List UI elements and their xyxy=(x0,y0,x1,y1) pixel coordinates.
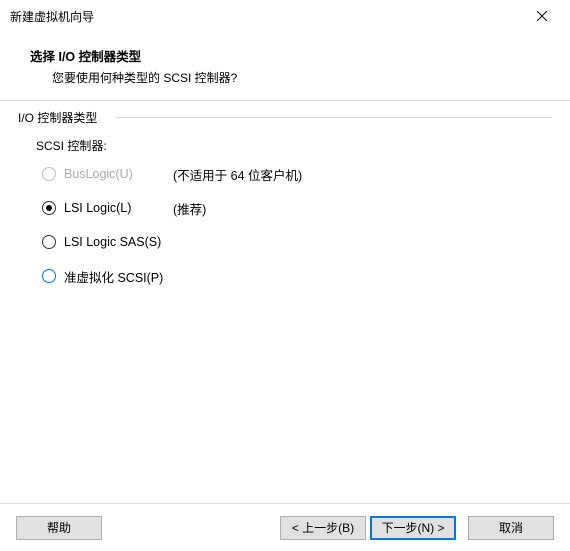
radio-icon xyxy=(42,235,56,249)
radio-pvscsi[interactable]: 准虚拟化 SCSI(P) xyxy=(42,266,538,286)
radio-lsilogic[interactable]: LSI Logic(L) (推荐) xyxy=(42,198,538,218)
radio-lsisas[interactable]: LSI Logic SAS(S) xyxy=(42,232,538,252)
radio-label: LSI Logic SAS(S) xyxy=(64,235,169,249)
radio-icon xyxy=(42,269,56,283)
radio-note: (不适用于 64 位客户机) xyxy=(173,165,302,184)
next-button[interactable]: 下一步(N) > xyxy=(370,516,456,540)
radio-icon xyxy=(42,201,56,215)
group-legend: I/O 控制器类型 xyxy=(18,109,101,126)
radio-icon xyxy=(42,167,56,181)
cancel-button[interactable]: 取消 xyxy=(468,516,554,540)
io-controller-group: I/O 控制器类型 SCSI 控制器: BusLogic(U) (不适用于 64… xyxy=(18,117,552,314)
page-title: 选择 I/O 控制器类型 xyxy=(30,46,546,65)
help-button[interactable]: 帮助 xyxy=(16,516,102,540)
radio-label: 准虚拟化 SCSI(P) xyxy=(64,267,169,286)
radio-label: BusLogic(U) xyxy=(64,167,169,181)
radio-note: (推荐) xyxy=(173,199,206,218)
close-button[interactable] xyxy=(522,2,562,30)
content-area: I/O 控制器类型 SCSI 控制器: BusLogic(U) (不适用于 64… xyxy=(0,101,570,491)
close-icon xyxy=(537,11,547,21)
radio-label: LSI Logic(L) xyxy=(64,201,169,215)
wizard-header: 选择 I/O 控制器类型 您要使用何种类型的 SCSI 控制器? xyxy=(0,32,570,101)
radio-buslogic: BusLogic(U) (不适用于 64 位客户机) xyxy=(42,164,538,184)
titlebar: 新建虚拟机向导 xyxy=(0,0,570,32)
wizard-footer: 帮助 < 上一步(B) 下一步(N) > 取消 xyxy=(0,503,570,551)
scsi-label: SCSI 控制器: xyxy=(36,137,538,154)
page-subtitle: 您要使用何种类型的 SCSI 控制器? xyxy=(30,69,546,86)
group-divider xyxy=(116,117,552,118)
window-title: 新建虚拟机向导 xyxy=(10,8,522,25)
back-button[interactable]: < 上一步(B) xyxy=(280,516,366,540)
